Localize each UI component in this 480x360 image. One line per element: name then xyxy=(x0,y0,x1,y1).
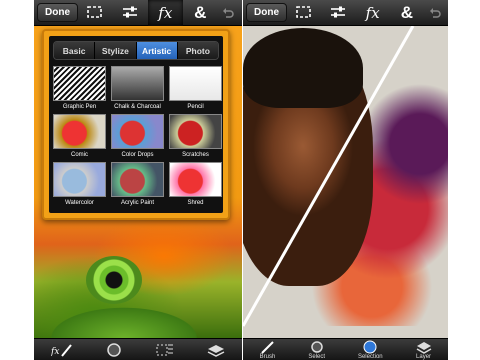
fx-label: fx xyxy=(158,3,173,22)
fx-brush-icon: fx xyxy=(51,343,72,357)
selection-menu-button[interactable] xyxy=(156,342,174,358)
chameleon-eye xyxy=(86,256,142,304)
done-button[interactable]: Done xyxy=(246,3,287,22)
effect-acrylic-paint[interactable]: Acrylic Paint xyxy=(111,162,164,206)
effect-scratches[interactable]: Scratches xyxy=(169,114,222,158)
fx-brush-button[interactable]: fx xyxy=(51,342,73,358)
selection-tool-button[interactable] xyxy=(287,0,321,26)
tab-stylize[interactable]: Stylize xyxy=(95,42,137,59)
fx-label: fx xyxy=(365,3,380,22)
effect-color-drops[interactable]: Color Drops xyxy=(111,114,164,158)
undo-icon xyxy=(223,7,235,18)
brush-label: Brush xyxy=(259,353,276,360)
selection-label: Selection xyxy=(357,353,383,360)
effect-comic[interactable]: Comic xyxy=(53,114,106,158)
top-toolbar: Done fx & xyxy=(243,0,448,26)
sliders-icon xyxy=(331,6,346,18)
right-screen: Done fx & Brush Select Selection Layer xyxy=(243,0,448,360)
fx-category-tabs: Basic Stylize Artistic Photo xyxy=(53,41,219,60)
adjust-button[interactable] xyxy=(321,0,355,26)
effect-label: Shred xyxy=(187,200,204,206)
svg-text:fx: fx xyxy=(51,347,59,357)
effect-thumbnail xyxy=(111,114,164,149)
brush-button[interactable]: Brush xyxy=(259,340,275,360)
effect-thumbnail xyxy=(169,66,222,101)
fx-popover: Basic Stylize Artistic Photo Graphic Pen… xyxy=(42,29,230,220)
effect-thumbnail xyxy=(111,66,164,101)
effect-label: Scratches xyxy=(182,152,209,158)
brush-icon xyxy=(261,340,275,354)
select-button[interactable] xyxy=(106,342,122,358)
effect-thumbnail xyxy=(53,66,106,101)
hair xyxy=(243,28,363,108)
text-button[interactable]: & xyxy=(183,0,218,26)
effect-pencil[interactable]: Pencil xyxy=(169,66,222,110)
adjust-button[interactable] xyxy=(113,0,148,26)
layers-button[interactable] xyxy=(207,342,225,358)
effect-thumbnail xyxy=(53,162,106,197)
fx-button[interactable]: fx xyxy=(356,0,390,26)
effect-label: Pencil xyxy=(187,104,204,110)
effect-thumbnail xyxy=(111,162,164,197)
undo-icon xyxy=(429,7,441,18)
done-button[interactable]: Done xyxy=(37,3,78,22)
effect-label: Comic xyxy=(70,152,88,158)
layers-icon xyxy=(416,341,431,354)
top-toolbar: Done fx & xyxy=(34,0,242,26)
effect-label: Watercolor xyxy=(65,200,94,206)
effects-grid: Graphic Pen Chalk & Charcoal Pencil Comi… xyxy=(53,66,222,206)
ampersand-label: & xyxy=(194,2,207,22)
effect-shred[interactable]: Shred xyxy=(169,162,222,206)
selection-icon xyxy=(87,6,103,18)
undo-button[interactable] xyxy=(218,0,239,26)
selection-icon xyxy=(296,6,311,18)
effect-label: Graphic Pen xyxy=(62,104,97,110)
select-label: Select xyxy=(308,353,326,360)
bottom-toolbar: fx xyxy=(34,338,242,360)
tab-artistic[interactable]: Artistic xyxy=(136,42,178,59)
layers-icon xyxy=(207,344,225,357)
effect-thumbnail xyxy=(169,114,222,149)
layers-button[interactable]: Layer xyxy=(416,340,432,360)
bottom-toolbar: Brush Select Selection Layer xyxy=(243,338,448,360)
portrait-photo xyxy=(243,26,448,338)
left-screen: Done fx & Basic Stylize Artistic Photo G… xyxy=(34,0,242,360)
fx-button[interactable]: fx xyxy=(147,0,183,26)
undo-button[interactable] xyxy=(424,0,445,26)
layer-label: Layer xyxy=(416,353,432,360)
circle-icon xyxy=(107,342,121,357)
selection-active-button[interactable]: Selection xyxy=(358,340,383,360)
select-button[interactable]: Select xyxy=(308,340,325,360)
blue-circle-icon xyxy=(363,340,377,353)
tab-basic[interactable]: Basic xyxy=(54,42,96,59)
tab-photo[interactable]: Photo xyxy=(177,42,218,59)
effect-thumbnail xyxy=(169,162,222,197)
effect-graphic-pen[interactable]: Graphic Pen xyxy=(53,66,106,110)
effect-label: Chalk & Charcoal xyxy=(114,104,161,110)
effect-thumbnail xyxy=(53,114,106,149)
ampersand-label: & xyxy=(400,2,414,22)
effect-label: Acrylic Paint xyxy=(120,200,154,206)
circle-icon xyxy=(310,340,323,353)
effect-chalk-charcoal[interactable]: Chalk & Charcoal xyxy=(111,66,164,110)
sliders-icon xyxy=(123,6,138,18)
effect-watercolor[interactable]: Watercolor xyxy=(53,162,106,206)
text-button[interactable]: & xyxy=(390,0,424,26)
selection-menu-icon xyxy=(156,344,173,355)
selection-tool-button[interactable] xyxy=(78,0,113,26)
effect-label: Color Drops xyxy=(121,152,154,158)
